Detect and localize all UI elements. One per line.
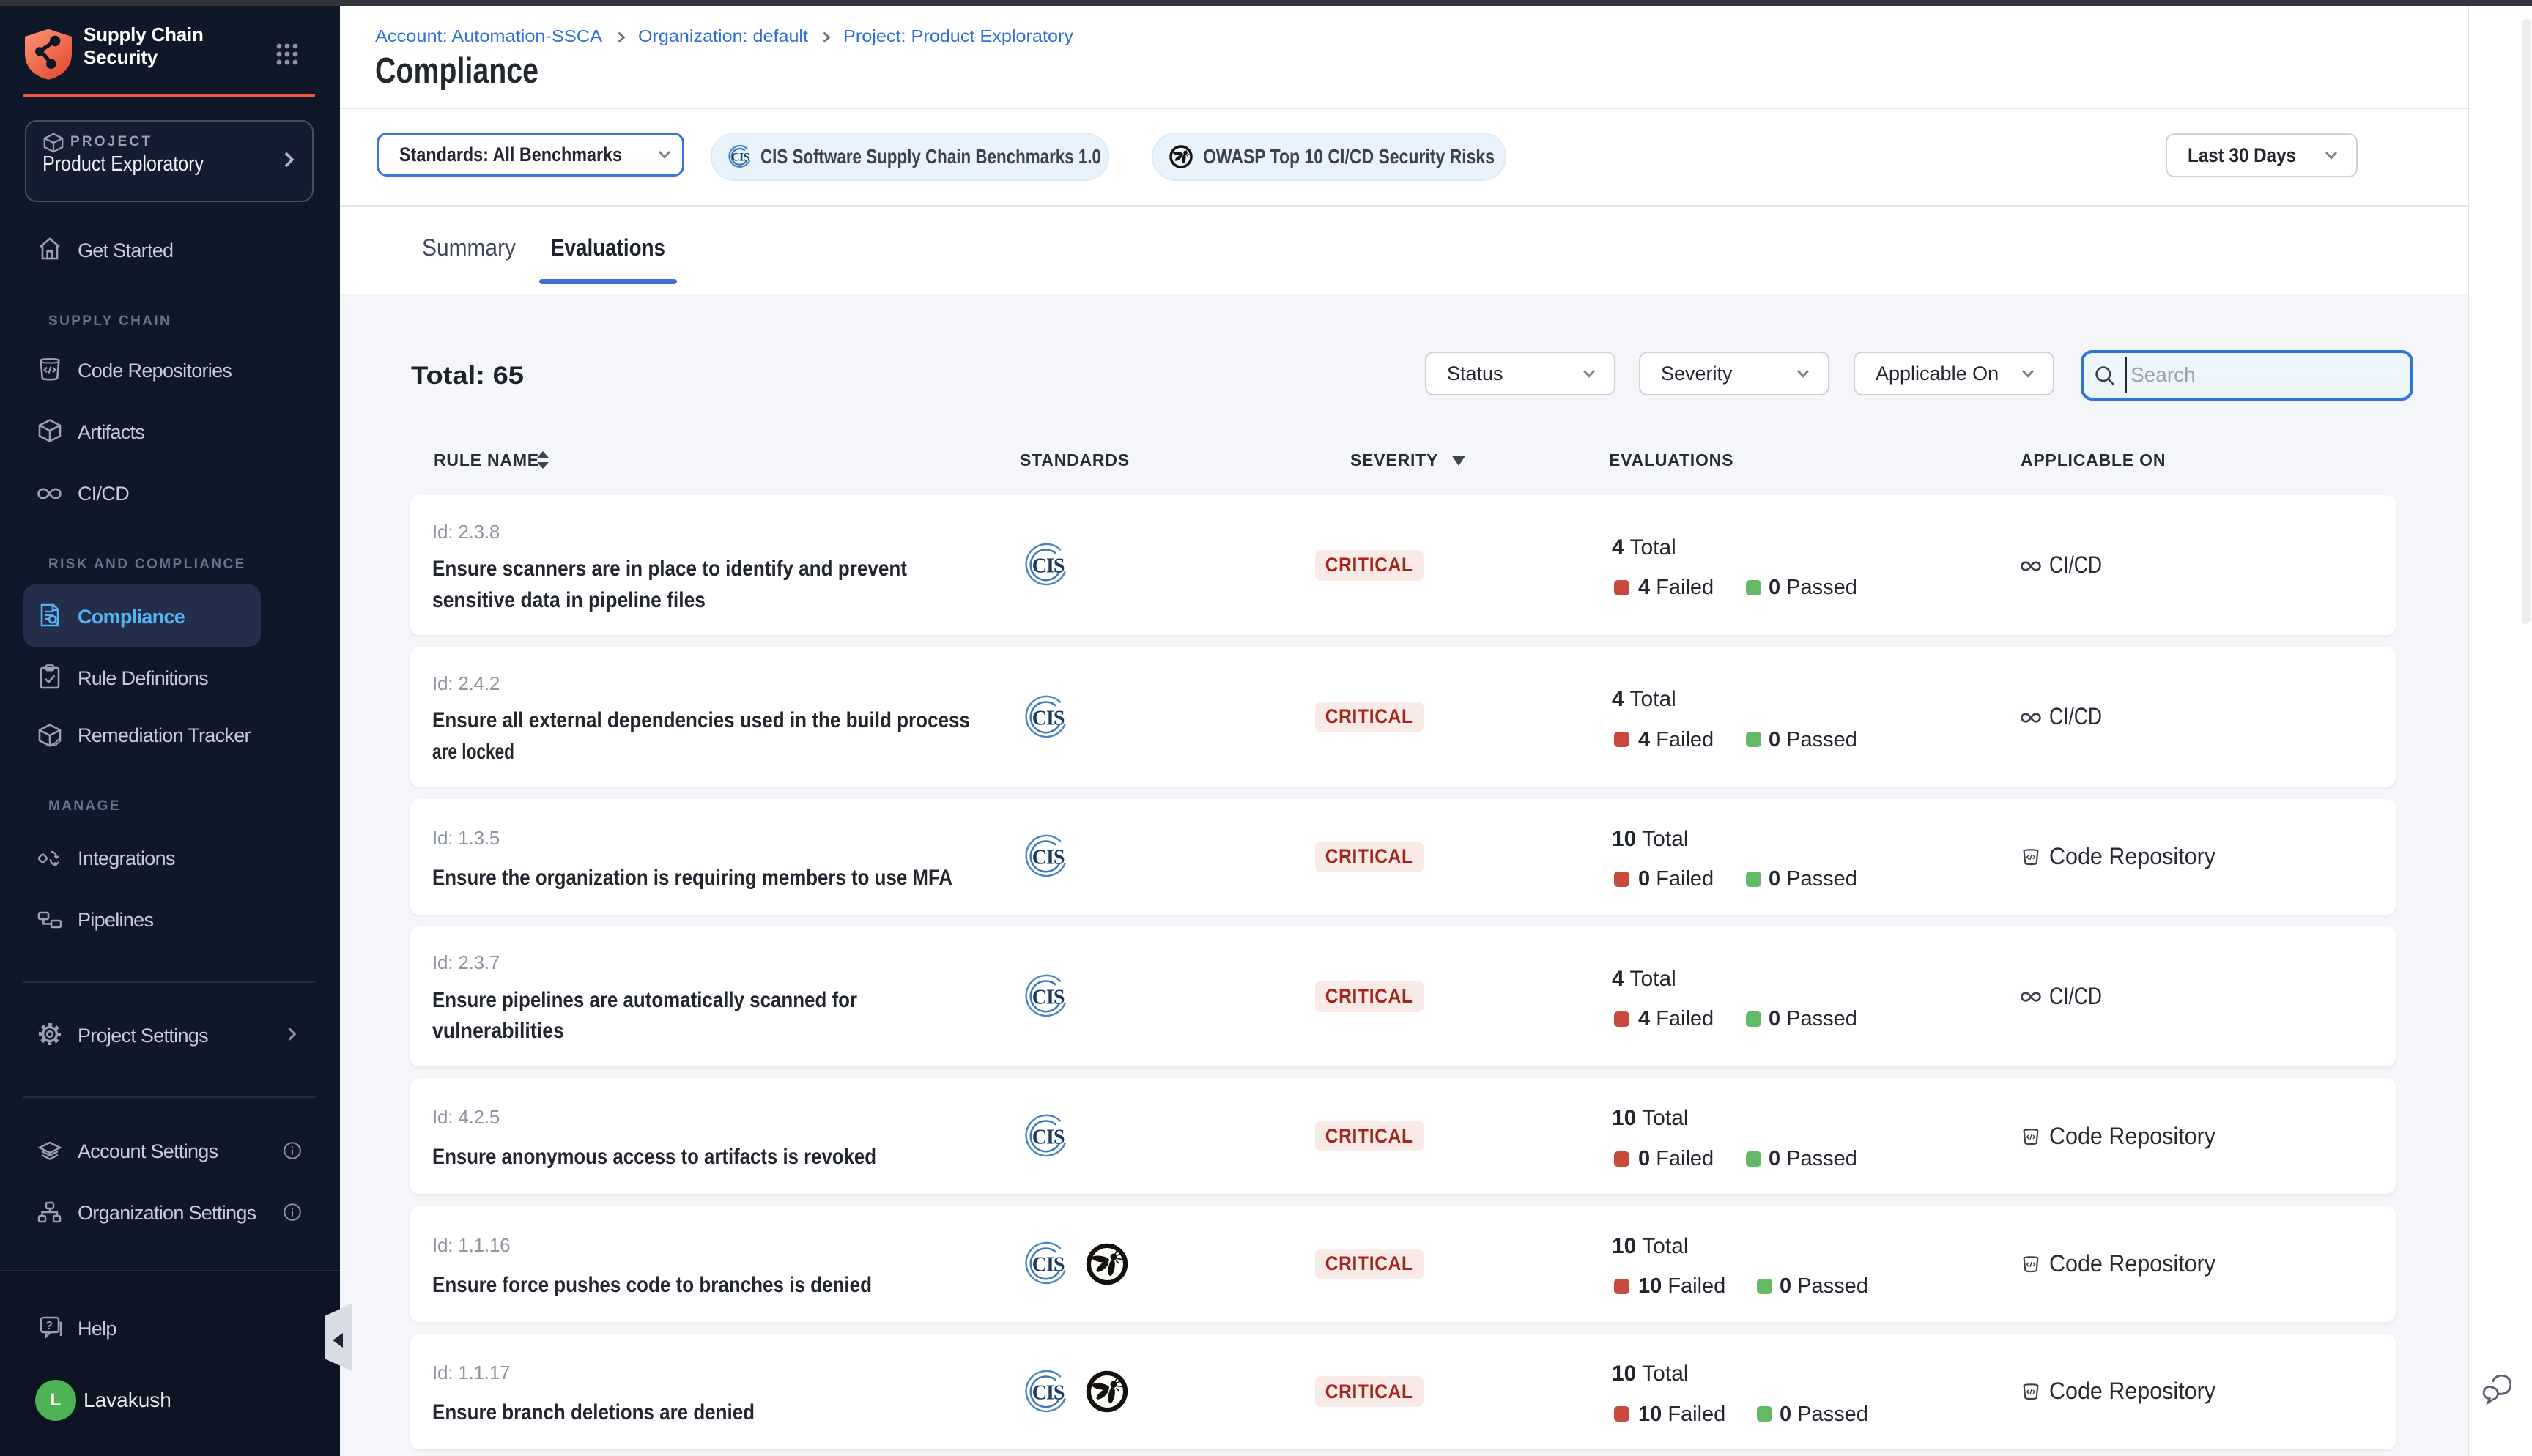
svg-text:CIS: CIS [1032, 707, 1064, 729]
svg-text:CIS: CIS [1032, 1381, 1064, 1404]
svg-text:CIS: CIS [731, 152, 749, 164]
svg-text:CIS: CIS [1032, 555, 1064, 578]
svg-text:CIS: CIS [1032, 1254, 1064, 1277]
svg-text:CIS: CIS [1032, 1126, 1064, 1148]
svg-text:?: ? [45, 1320, 53, 1332]
svg-text:CIS: CIS [1032, 847, 1064, 869]
svg-text:CIS: CIS [1032, 987, 1064, 1009]
